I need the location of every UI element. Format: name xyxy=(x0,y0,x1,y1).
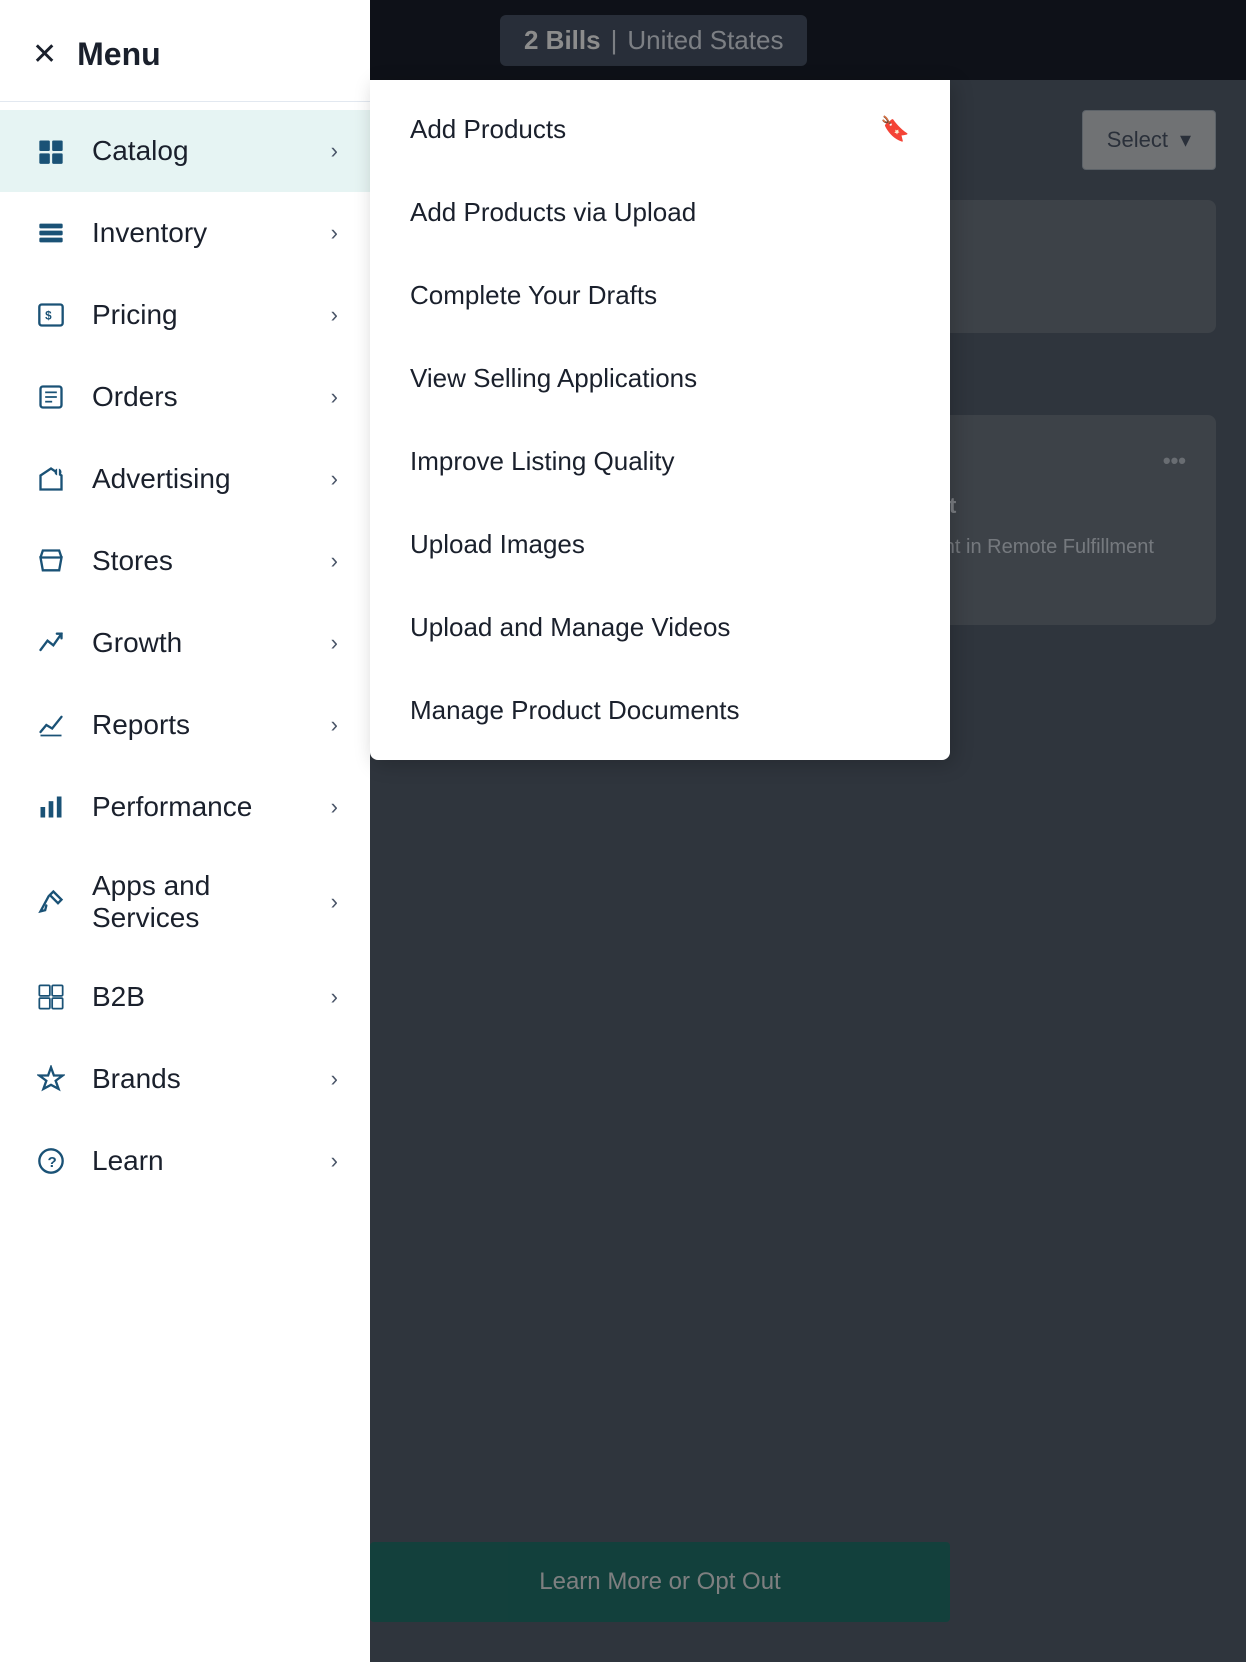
sidebar-item-apps-services[interactable]: Apps and Services › xyxy=(0,848,370,956)
inventory-label: Inventory xyxy=(92,217,309,249)
stores-icon xyxy=(32,542,70,580)
apps-services-icon xyxy=(32,883,70,921)
brands-chevron: › xyxy=(331,1066,338,1092)
stores-label: Stores xyxy=(92,545,309,577)
upload-videos-label: Upload and Manage Videos xyxy=(410,612,910,643)
improve-listing-label: Improve Listing Quality xyxy=(410,446,910,477)
brands-label: Brands xyxy=(92,1063,309,1095)
reports-chevron: › xyxy=(331,712,338,738)
advertising-chevron: › xyxy=(331,466,338,492)
performance-label: Performance xyxy=(92,791,309,823)
sidebar-item-inventory[interactable]: Inventory › xyxy=(0,192,370,274)
close-icon[interactable]: ✕ xyxy=(32,40,57,70)
add-products-upload-label: Add Products via Upload xyxy=(410,197,910,228)
apps-services-chevron: › xyxy=(331,889,338,915)
catalog-icon xyxy=(32,132,70,170)
sidebar-item-learn[interactable]: ? Learn › xyxy=(0,1120,370,1202)
sidebar-item-catalog[interactable]: Catalog › xyxy=(0,110,370,192)
performance-icon xyxy=(32,788,70,826)
sidebar-item-performance[interactable]: Performance › xyxy=(0,766,370,848)
learn-chevron: › xyxy=(331,1148,338,1174)
catalog-submenu: Add Products 🔖 Add Products via Upload C… xyxy=(370,80,950,760)
view-selling-apps-label: View Selling Applications xyxy=(410,363,910,394)
submenu-item-view-selling-apps[interactable]: View Selling Applications xyxy=(370,337,950,420)
advertising-icon xyxy=(32,460,70,498)
sidebar-item-orders[interactable]: Orders › xyxy=(0,356,370,438)
bookmark-icon: 🔖 xyxy=(880,115,910,144)
submenu-item-upload-images[interactable]: Upload Images xyxy=(370,503,950,586)
submenu-item-upload-videos[interactable]: Upload and Manage Videos xyxy=(370,586,950,669)
submenu-item-add-products[interactable]: Add Products 🔖 xyxy=(370,88,950,171)
reports-label: Reports xyxy=(92,709,309,741)
submenu-item-complete-drafts[interactable]: Complete Your Drafts xyxy=(370,254,950,337)
submenu-item-add-products-upload[interactable]: Add Products via Upload xyxy=(370,171,950,254)
manage-documents-label: Manage Product Documents xyxy=(410,695,910,726)
sidebar-item-pricing[interactable]: $ Pricing › xyxy=(0,274,370,356)
inventory-chevron: › xyxy=(331,220,338,246)
submenu-item-manage-documents[interactable]: Manage Product Documents xyxy=(370,669,950,752)
pricing-chevron: › xyxy=(331,302,338,328)
b2b-label: B2B xyxy=(92,981,309,1013)
sidebar-nav: Catalog › Inventory › $ Pric xyxy=(0,102,370,1662)
complete-drafts-label: Complete Your Drafts xyxy=(410,280,910,311)
growth-icon xyxy=(32,624,70,662)
upload-images-label: Upload Images xyxy=(410,529,910,560)
svg-text:$: $ xyxy=(45,310,52,323)
advertising-label: Advertising xyxy=(92,463,309,495)
pricing-icon: $ xyxy=(32,296,70,334)
catalog-chevron: › xyxy=(331,138,338,164)
b2b-chevron: › xyxy=(331,984,338,1010)
orders-chevron: › xyxy=(331,384,338,410)
orders-icon xyxy=(32,378,70,416)
learn-label: Learn xyxy=(92,1145,309,1177)
sidebar-item-growth[interactable]: Growth › xyxy=(0,602,370,684)
sidebar-item-stores[interactable]: Stores › xyxy=(0,520,370,602)
sidebar-item-b2b[interactable]: B2B › xyxy=(0,956,370,1038)
catalog-label: Catalog xyxy=(92,135,309,167)
submenu-item-improve-listing[interactable]: Improve Listing Quality xyxy=(370,420,950,503)
apps-services-label: Apps and Services xyxy=(92,870,309,934)
brands-icon xyxy=(32,1060,70,1098)
stores-chevron: › xyxy=(331,548,338,574)
growth-chevron: › xyxy=(331,630,338,656)
sidebar-header: ✕ Menu xyxy=(0,0,370,102)
sidebar: ✕ Menu Catalog › xyxy=(0,0,370,1662)
sidebar-item-advertising[interactable]: Advertising › xyxy=(0,438,370,520)
orders-label: Orders xyxy=(92,381,309,413)
menu-title: Menu xyxy=(77,36,161,73)
add-products-label: Add Products xyxy=(410,114,860,145)
svg-text:?: ? xyxy=(48,1154,57,1171)
b2b-icon xyxy=(32,978,70,1016)
inventory-icon xyxy=(32,214,70,252)
sidebar-item-reports[interactable]: Reports › xyxy=(0,684,370,766)
learn-icon: ? xyxy=(32,1142,70,1180)
sidebar-item-brands[interactable]: Brands › xyxy=(0,1038,370,1120)
performance-chevron: › xyxy=(331,794,338,820)
reports-icon xyxy=(32,706,70,744)
growth-label: Growth xyxy=(92,627,309,659)
pricing-label: Pricing xyxy=(92,299,309,331)
